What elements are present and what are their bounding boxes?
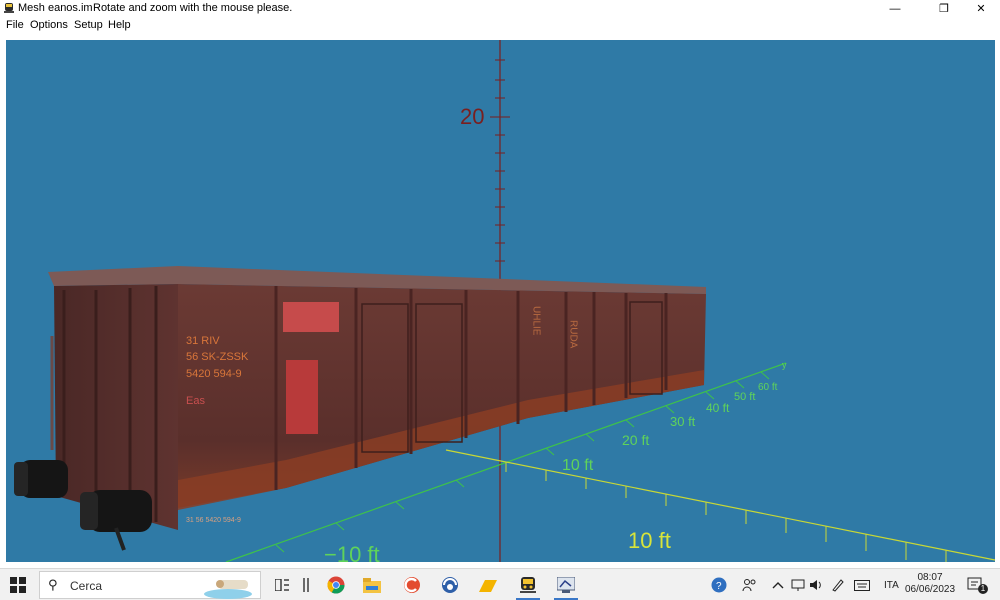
wagon-sign-panel bbox=[286, 360, 318, 434]
network-icon[interactable] bbox=[788, 575, 808, 595]
x-axis bbox=[445, 449, 995, 561]
wagon-marking-4: Eas bbox=[186, 395, 205, 407]
clock-date: 06/06/2023 bbox=[905, 584, 956, 595]
notification-count: 1 bbox=[978, 584, 988, 594]
wagon-marking-3: 5420 594-9 bbox=[186, 368, 242, 380]
search-box[interactable]: ⚲ Cerca bbox=[39, 571, 261, 599]
y-label-30ft: 30 ft bbox=[670, 414, 696, 429]
scene-svg[interactable]: 20 y 60 ft 50 ft 40 ft 30 ft 20 ft 10 ft… bbox=[6, 40, 995, 562]
wagon-marking-2: 56 SK-ZSSK bbox=[186, 351, 249, 363]
wagon-marking-uhlie: UHLIE bbox=[531, 306, 542, 336]
app-globe-icon[interactable] bbox=[440, 575, 460, 595]
y-label-20ft: 20 ft bbox=[622, 432, 649, 448]
y-label-60ft: 60 ft bbox=[758, 382, 778, 393]
mesh-viewer-icon[interactable] bbox=[556, 575, 576, 595]
chevron-up-icon[interactable] bbox=[768, 575, 788, 595]
keyboard-icon[interactable] bbox=[852, 575, 872, 595]
search-highlight-art bbox=[204, 580, 252, 599]
search-icon: ⚲ bbox=[48, 577, 58, 592]
wagon-model[interactable]: 31 RIV 56 SK-ZSSK 5420 594-9 Eas UHLIE R… bbox=[14, 266, 706, 551]
wagon-buffer-right bbox=[80, 490, 152, 532]
window-title: Mesh eanos.im bbox=[18, 2, 93, 14]
wagon-marking-ruda: RUDA bbox=[568, 320, 579, 349]
wagon-marking-bottom: 31 56 5420 594-9 bbox=[186, 517, 241, 524]
y-label-50ft: 50 ft bbox=[734, 391, 755, 403]
x-label-10ft: 10 ft bbox=[628, 528, 671, 553]
people-icon[interactable] bbox=[740, 575, 760, 595]
restore-button[interactable]: ❐ bbox=[929, 0, 959, 17]
y-label-neg10ft: −10 ft bbox=[324, 542, 380, 562]
app-train-icon bbox=[4, 3, 14, 13]
notification-icon[interactable]: 1 bbox=[966, 575, 988, 595]
menu-setup[interactable]: Setup bbox=[74, 19, 103, 31]
window-message: Rotate and zoom with the mouse please. bbox=[93, 2, 293, 14]
onedrive-folder-icon[interactable] bbox=[478, 575, 498, 595]
chrome-icon[interactable] bbox=[326, 575, 346, 595]
windows-start-icon[interactable] bbox=[8, 575, 28, 595]
title-bar[interactable]: Mesh eanos.im Rotate and zoom with the m… bbox=[0, 0, 1000, 17]
train-app-icon[interactable] bbox=[518, 575, 538, 595]
app-c-icon[interactable] bbox=[402, 575, 422, 595]
z-label-20: 20 bbox=[460, 104, 484, 129]
wagon-marking-1: 31 RIV bbox=[186, 335, 220, 347]
app-window: Mesh eanos.im Rotate and zoom with the m… bbox=[0, 0, 1000, 568]
menu-bar: File Options Setup Help bbox=[0, 17, 1000, 34]
task-view-icon[interactable] bbox=[272, 575, 292, 595]
wagon-label-panel bbox=[283, 302, 339, 332]
y-label-40ft: 40 ft bbox=[706, 401, 730, 415]
y-axis-name: y bbox=[782, 360, 787, 370]
search-placeholder: Cerca bbox=[70, 579, 103, 593]
clock[interactable]: 08:07 06/06/2023 bbox=[905, 572, 955, 596]
clock-time: 08:07 bbox=[917, 572, 943, 583]
menu-help[interactable]: Help bbox=[108, 19, 131, 31]
file-explorer-icon[interactable] bbox=[362, 575, 382, 595]
language-indicator[interactable]: ITA bbox=[884, 580, 899, 591]
taskbar: ⚲ Cerca ? ITA 08:07 06/06/2023 1 bbox=[0, 568, 1000, 600]
wagon-buffer-left bbox=[14, 460, 68, 498]
minimize-button[interactable]: — bbox=[880, 0, 910, 17]
menu-file[interactable]: File bbox=[6, 19, 24, 31]
menu-options[interactable]: Options bbox=[30, 19, 68, 31]
pen-icon[interactable] bbox=[828, 575, 848, 595]
3d-viewport[interactable]: 20 y 60 ft 50 ft 40 ft 30 ft 20 ft 10 ft… bbox=[6, 40, 995, 562]
volume-icon[interactable] bbox=[806, 575, 826, 595]
x-axis-ticks bbox=[505, 462, 947, 562]
widgets-icon[interactable] bbox=[296, 575, 316, 595]
close-button[interactable]: ✕ bbox=[966, 0, 996, 17]
svg-text:?: ? bbox=[716, 581, 722, 592]
y-label-10ft: 10 ft bbox=[562, 457, 594, 474]
help-tray-icon[interactable]: ? bbox=[709, 575, 729, 595]
